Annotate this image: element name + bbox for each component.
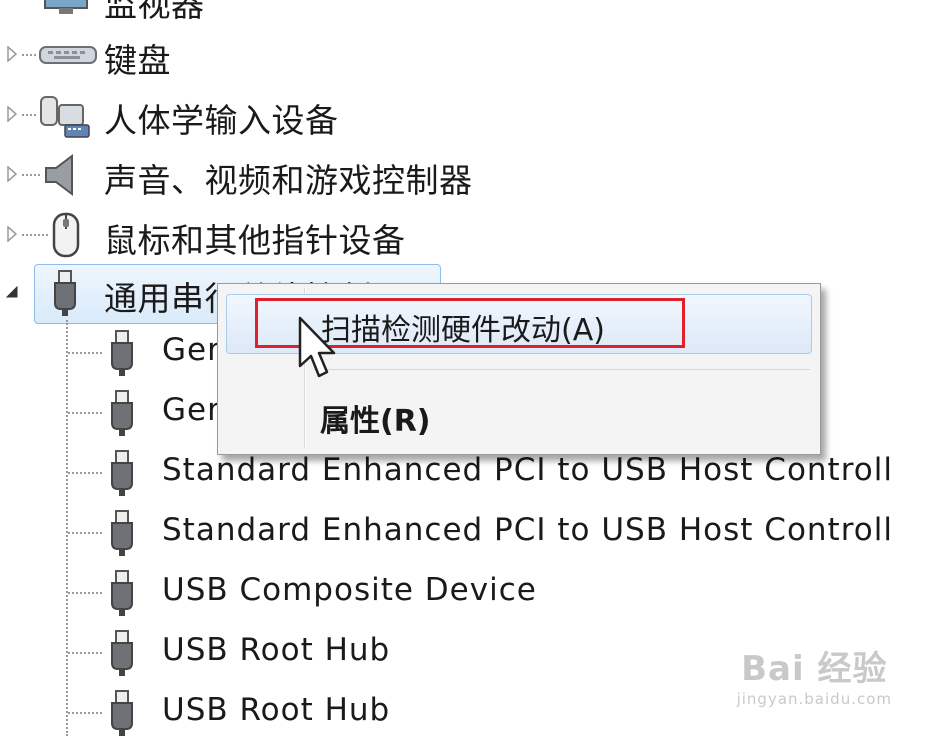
- keyboard-icon: [38, 38, 98, 70]
- tree-item-label: 人体学输入设备: [104, 101, 339, 140]
- tree-item-label: 监视器: [104, 0, 205, 24]
- tree-child-label: USB Composite Device: [162, 572, 537, 608]
- expand-arrow-icon[interactable]: [2, 104, 22, 124]
- speaker-icon: [40, 152, 80, 198]
- usb-plug-icon: [108, 568, 136, 618]
- usb-plug-icon: [108, 448, 136, 498]
- tree-item-label: 声音、视频和游戏控制器: [104, 161, 473, 200]
- mouse-icon: [50, 210, 82, 260]
- tree-item-hid[interactable]: 人体学输入设备: [0, 86, 400, 142]
- expand-arrow-icon[interactable]: [2, 224, 22, 244]
- menu-item-properties[interactable]: 属性(R): [226, 386, 810, 444]
- usb-plug-icon: [108, 628, 136, 678]
- watermark-url: jingyan.baidu.com: [736, 690, 892, 708]
- tree-child-item[interactable]: Standard Enhanced PCI to USB Host Contro…: [0, 504, 944, 560]
- tree-child-label: Standard Enhanced PCI to USB Host Contro…: [162, 512, 893, 548]
- expand-arrow-icon[interactable]: [2, 164, 22, 184]
- usb-plug-icon: [108, 688, 136, 738]
- tree-item-mouse[interactable]: 鼠标和其他指针设备: [0, 206, 450, 262]
- tree-child-label: Standard Enhanced PCI to USB Host Contro…: [162, 452, 893, 488]
- tree-item-keyboard[interactable]: 键盘: [0, 26, 300, 82]
- mouse-cursor-icon: [298, 316, 338, 386]
- usb-plug-icon: [108, 388, 136, 438]
- usb-plug-icon: [50, 268, 80, 318]
- hid-icon: [36, 90, 96, 140]
- collapse-arrow-icon[interactable]: [2, 282, 22, 302]
- watermark-brand: Bai 经验: [741, 649, 888, 689]
- usb-plug-icon: [108, 508, 136, 558]
- tree-item-sound[interactable]: 声音、视频和游戏控制器: [0, 146, 520, 202]
- tree-item-label: 键盘: [104, 41, 171, 80]
- tree-child-label: USB Root Hub: [162, 632, 391, 668]
- tree-item-label: 鼠标和其他指针设备: [104, 221, 406, 260]
- tree-child-label: USB Root Hub: [162, 692, 391, 728]
- usb-plug-icon: [108, 328, 136, 378]
- baidu-jingyan-watermark: Bai 经验 jingyan.baidu.com: [737, 641, 892, 708]
- menu-separator: [314, 369, 810, 370]
- monitor-icon: [40, 0, 92, 16]
- menu-item-label: 属性(R): [320, 404, 431, 439]
- tree-child-item[interactable]: USB Composite Device: [0, 564, 944, 620]
- expand-arrow-icon[interactable]: [2, 44, 22, 64]
